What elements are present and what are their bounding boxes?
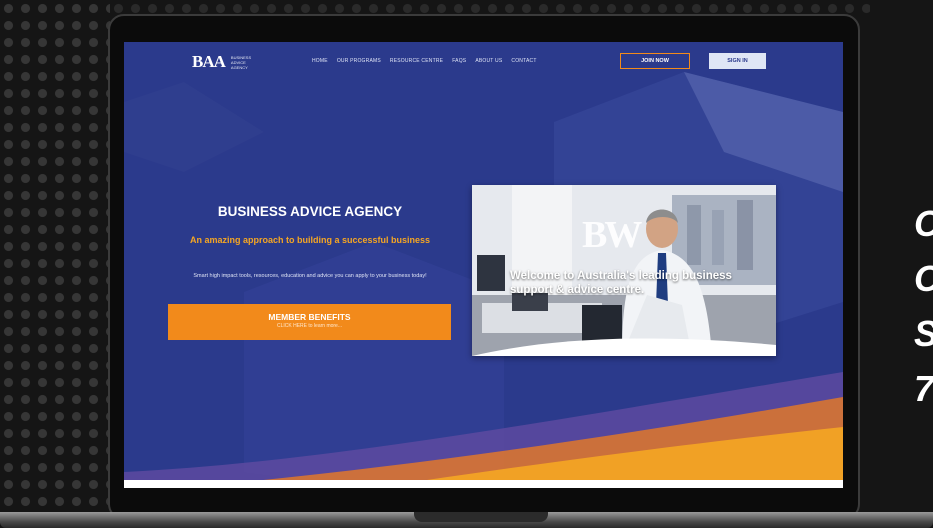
photo-caption: Welcome to Australia's leading business … <box>510 270 732 296</box>
sign-in-button[interactable]: SIGN IN <box>709 53 766 69</box>
member-benefits-button[interactable]: MEMBER BENEFITS CLICK HERE to learn more… <box>168 304 451 340</box>
side-text-line: C <box>914 251 933 306</box>
nav-faqs[interactable]: FAQS <box>452 58 466 64</box>
cta-title: MEMBER BENEFITS <box>268 312 351 322</box>
side-text: C C S 7 <box>914 196 933 416</box>
dot-pattern <box>0 0 110 528</box>
cta-subtitle: CLICK HERE to learn more... <box>276 323 343 329</box>
hero-title: BUSINESS ADVICE AGENCY <box>217 204 403 219</box>
laptop-screen: BAA BUSINESS ADVICE AGENCY HOME OUR PROG… <box>124 42 843 488</box>
nav-contact[interactable]: CONTACT <box>511 58 536 64</box>
brand-logo[interactable]: BAA BUSINESS ADVICE AGENCY <box>192 52 261 72</box>
hero-subtitle: An amazing approach to building a succes… <box>189 235 431 245</box>
top-nav: BAA BUSINESS ADVICE AGENCY HOME OUR PROG… <box>124 42 843 80</box>
laptop-notch <box>414 512 548 522</box>
dot-pattern-top <box>110 0 870 14</box>
nav-our-programs[interactable]: OUR PROGRAMS <box>337 58 381 64</box>
logo-mark: BAA <box>192 52 226 71</box>
nav-resource-centre[interactable]: RESOURCE CENTRE <box>390 58 443 64</box>
photo-logo: BW <box>582 214 642 256</box>
side-text-line: C <box>914 196 933 251</box>
side-text-line: 7 <box>914 368 933 409</box>
hero-body-text: Smart high impact tools, resources, educ… <box>193 273 427 279</box>
nav-links: HOME OUR PROGRAMS RESOURCE CENTRE FAQS A… <box>312 58 537 64</box>
nav-home[interactable]: HOME <box>312 58 328 64</box>
join-now-button[interactable]: JOIN NOW <box>620 53 690 69</box>
logo-text: BUSINESS ADVICE AGENCY <box>230 54 252 70</box>
nav-about-us[interactable]: ABOUT US <box>475 58 502 64</box>
side-text-line: S <box>914 306 933 361</box>
hero-photo: BW Welcome to Australia's leading busine… <box>472 185 776 356</box>
